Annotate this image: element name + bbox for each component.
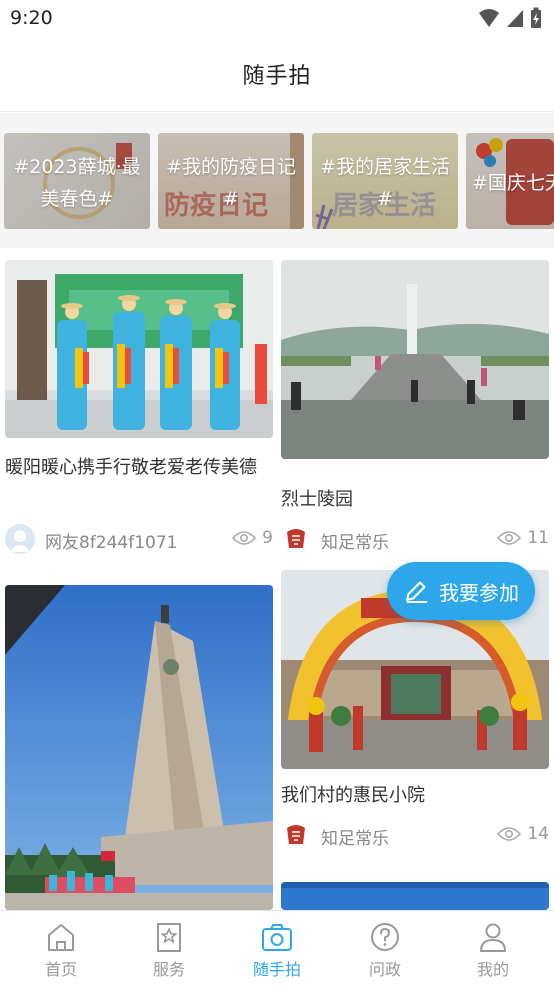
post-meta: 网友8f244f1071 9 [5,524,273,556]
post-meta: 知足常乐 14 [281,820,549,852]
post-photo-image [281,882,549,910]
topic-card-label: #国庆七天 [472,172,554,194]
post-photo[interactable] [281,882,549,910]
post-card[interactable] [281,882,549,910]
cellular-signal-icon [507,10,523,27]
post-photo-image [281,260,549,459]
default-user-avatar-icon [9,530,31,552]
eye-icon [497,827,522,841]
post-photo[interactable] [5,585,273,910]
eye-icon [232,531,257,545]
post-photo[interactable] [281,260,549,459]
view-count: 11 [497,528,549,548]
tab-label: 首页 [44,960,77,979]
red-seal-avatar-icon [281,524,311,554]
title-bar: 随手拍 [0,36,554,112]
status-bar: 9:20 [0,0,554,36]
tab-inquiry[interactable]: 问政 [330,911,440,985]
status-icons [478,7,542,29]
post-title[interactable]: 我们村的惠民小院 [281,782,549,810]
post-title[interactable]: 暖阳暖心携手行敬老爱老传美德 [5,454,273,482]
post-card[interactable]: 烈士陵园 知足常乐 11 [281,260,549,554]
post-photo[interactable] [5,260,273,438]
author-name[interactable]: 知足常乐 [321,824,389,849]
eye-icon [497,531,522,545]
topic-card-label: #2023薛城·最美春色# [13,156,141,210]
post-card[interactable]: 暖阳暖心携手行敬老爱老传美德 网友8f244f1071 9 [5,260,273,560]
author-name[interactable]: 网友8f244f1071 [45,528,178,553]
view-count: 14 [497,824,549,844]
post-card[interactable] [5,585,273,910]
bookmark-star-icon [157,923,181,952]
topic-card-home-life[interactable]: 居家生活 #我的居家生活# [312,133,458,229]
wifi-icon [479,9,499,27]
topic-card-national-day[interactable]: #国庆七天 [466,133,554,229]
view-count-value: 14 [527,824,549,844]
view-count-value: 9 [262,528,273,548]
post-title[interactable]: 烈士陵园 [281,486,549,514]
tab-services[interactable]: 服务 [114,911,224,985]
topic-card-spring[interactable]: #2023薛城·最美春色# [4,133,150,229]
tab-label: 随手拍 [252,960,301,979]
view-count: 9 [232,528,273,548]
join-button[interactable]: 我要参加 [387,562,535,620]
topic-card-label: #我的居家生活# [320,156,450,210]
tab-home[interactable]: 首页 [6,911,116,985]
battery-charging-icon [531,7,541,28]
tab-snapshot[interactable]: 随手拍 [222,911,332,985]
post-photo-image [5,260,273,438]
user-avatar[interactable] [281,820,311,850]
author-name[interactable]: 知足常乐 [321,528,389,553]
tab-label: 我的 [476,960,509,979]
home-icon [48,924,74,951]
status-time: 9:20 [10,7,53,29]
user-icon [480,923,506,952]
tab-label: 问政 [368,960,401,979]
view-count-value: 11 [527,528,549,548]
page-title: 随手拍 [242,64,312,89]
user-avatar[interactable] [5,524,35,554]
post-photo-image [5,585,273,910]
bottom-tab-bar: 首页 服务 随手拍 问政 我的 [0,910,554,985]
join-button-label: 我要参加 [439,580,519,605]
topic-card-epidemic-diary[interactable]: 防疫日记 #我的防疫日记# [158,133,304,229]
red-seal-avatar-icon [281,820,311,850]
topic-strip[interactable]: #2023薛城·最美春色# 防疫日记 #我的防疫日记# 居家生活 #我的居家生活… [0,113,554,248]
topic-card-label: #我的防疫日记# [166,156,296,210]
post-meta: 知足常乐 11 [281,524,549,556]
tab-label: 服务 [152,960,185,979]
user-avatar[interactable] [281,524,311,554]
question-circle-icon [371,923,399,951]
camera-icon [262,924,292,951]
edit-pencil-icon [406,581,427,603]
tab-profile[interactable]: 我的 [438,911,548,985]
